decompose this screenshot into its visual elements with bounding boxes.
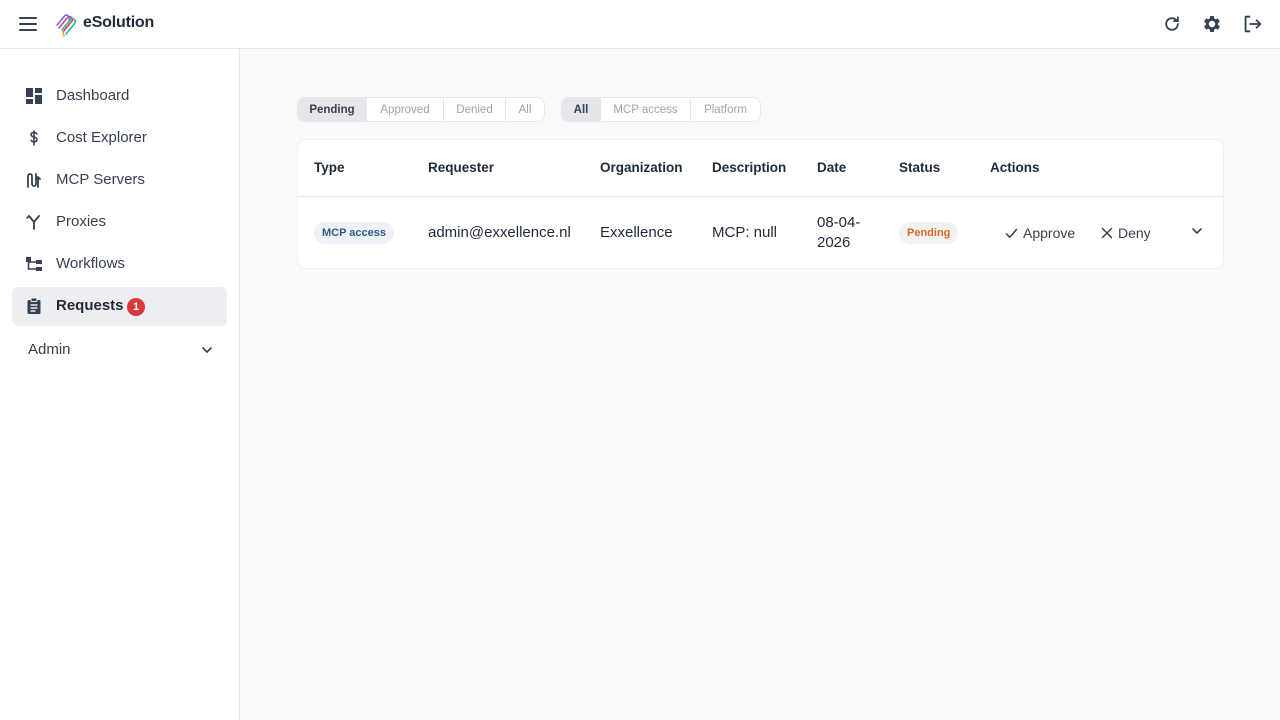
filter-denied[interactable]: Denied (444, 98, 506, 121)
close-icon (1101, 227, 1113, 239)
date-cell-line2: 2026 (817, 234, 851, 251)
proxies-icon (24, 212, 44, 232)
sidebar-item-label: Workflows (56, 255, 125, 272)
refresh-icon[interactable] (1160, 12, 1184, 36)
column-header-date: Date (817, 160, 847, 175)
chevron-down-icon[interactable] (1190, 224, 1204, 238)
column-header-requester: Requester (428, 160, 495, 175)
top-bar: eSolution (0, 0, 1280, 49)
mcp-servers-icon (24, 170, 44, 190)
logo-icon (56, 14, 77, 37)
brand-name: eSolution (83, 14, 155, 31)
filter-all-status[interactable]: All (506, 98, 544, 121)
approve-button[interactable]: Approve (1005, 222, 1075, 244)
type-chip: MCP access (314, 222, 395, 244)
date-cell-line1: 08-04- (817, 214, 861, 231)
column-header-description: Description (712, 160, 787, 175)
filter-pending[interactable]: Pending (298, 98, 367, 121)
deny-button[interactable]: Deny (1101, 222, 1151, 244)
organization-cell: Exxellence (600, 224, 673, 241)
sidebar: Dashboard Cost Explorer MCP Servers Prox… (0, 49, 240, 720)
sidebar-item-dashboard[interactable]: Dashboard (12, 77, 227, 116)
approve-label: Approve (1023, 225, 1076, 241)
clipboard-icon (24, 296, 44, 316)
dollar-icon (24, 128, 44, 148)
admin-section-toggle[interactable]: Admin (28, 341, 214, 361)
chevron-down-icon (202, 347, 212, 353)
sidebar-item-cost-explorer[interactable]: Cost Explorer (12, 119, 227, 158)
sidebar-item-label: Dashboard (56, 87, 130, 104)
sidebar-item-mcp-servers[interactable]: MCP Servers (12, 161, 227, 200)
filter-approved[interactable]: Approved (367, 98, 444, 121)
status-badge: Pending (899, 222, 959, 244)
check-icon (1005, 228, 1018, 238)
header-divider (298, 196, 1223, 197)
workflows-icon (24, 254, 44, 274)
description-cell: MCP: null (712, 224, 778, 241)
filter-platform[interactable]: Platform (691, 98, 760, 121)
requests-table: Type Requester Organization Description … (297, 139, 1224, 269)
deny-label: Deny (1118, 225, 1151, 241)
filter-all-type[interactable]: All (562, 98, 601, 121)
menu-icon[interactable] (17, 14, 39, 34)
admin-label: Admin (28, 341, 71, 358)
requester-cell: admin@exxellence.nl (428, 224, 571, 241)
sidebar-item-requests[interactable]: Requests 1 (12, 287, 227, 326)
sidebar-item-workflows[interactable]: Workflows (12, 245, 227, 284)
notification-badge: 1 (127, 298, 145, 316)
gear-icon[interactable] (1200, 12, 1224, 36)
sidebar-item-label: Cost Explorer (56, 129, 147, 146)
column-header-status: Status (899, 160, 941, 175)
sidebar-item-label: MCP Servers (56, 171, 145, 188)
dashboard-icon (24, 86, 44, 106)
sidebar-item-label: Requests (56, 297, 124, 314)
logout-icon[interactable] (1240, 12, 1264, 36)
filter-mcp-access[interactable]: MCP access (601, 98, 691, 121)
column-header-actions: Actions (990, 160, 1040, 175)
sidebar-item-label: Proxies (56, 213, 107, 230)
sidebar-item-proxies[interactable]: Proxies (12, 203, 227, 242)
column-header-type: Type (314, 160, 345, 175)
column-header-organization: Organization (600, 160, 683, 175)
type-filter: All MCP access Platform (561, 97, 761, 122)
status-filter: Pending Approved Denied All (297, 97, 545, 122)
